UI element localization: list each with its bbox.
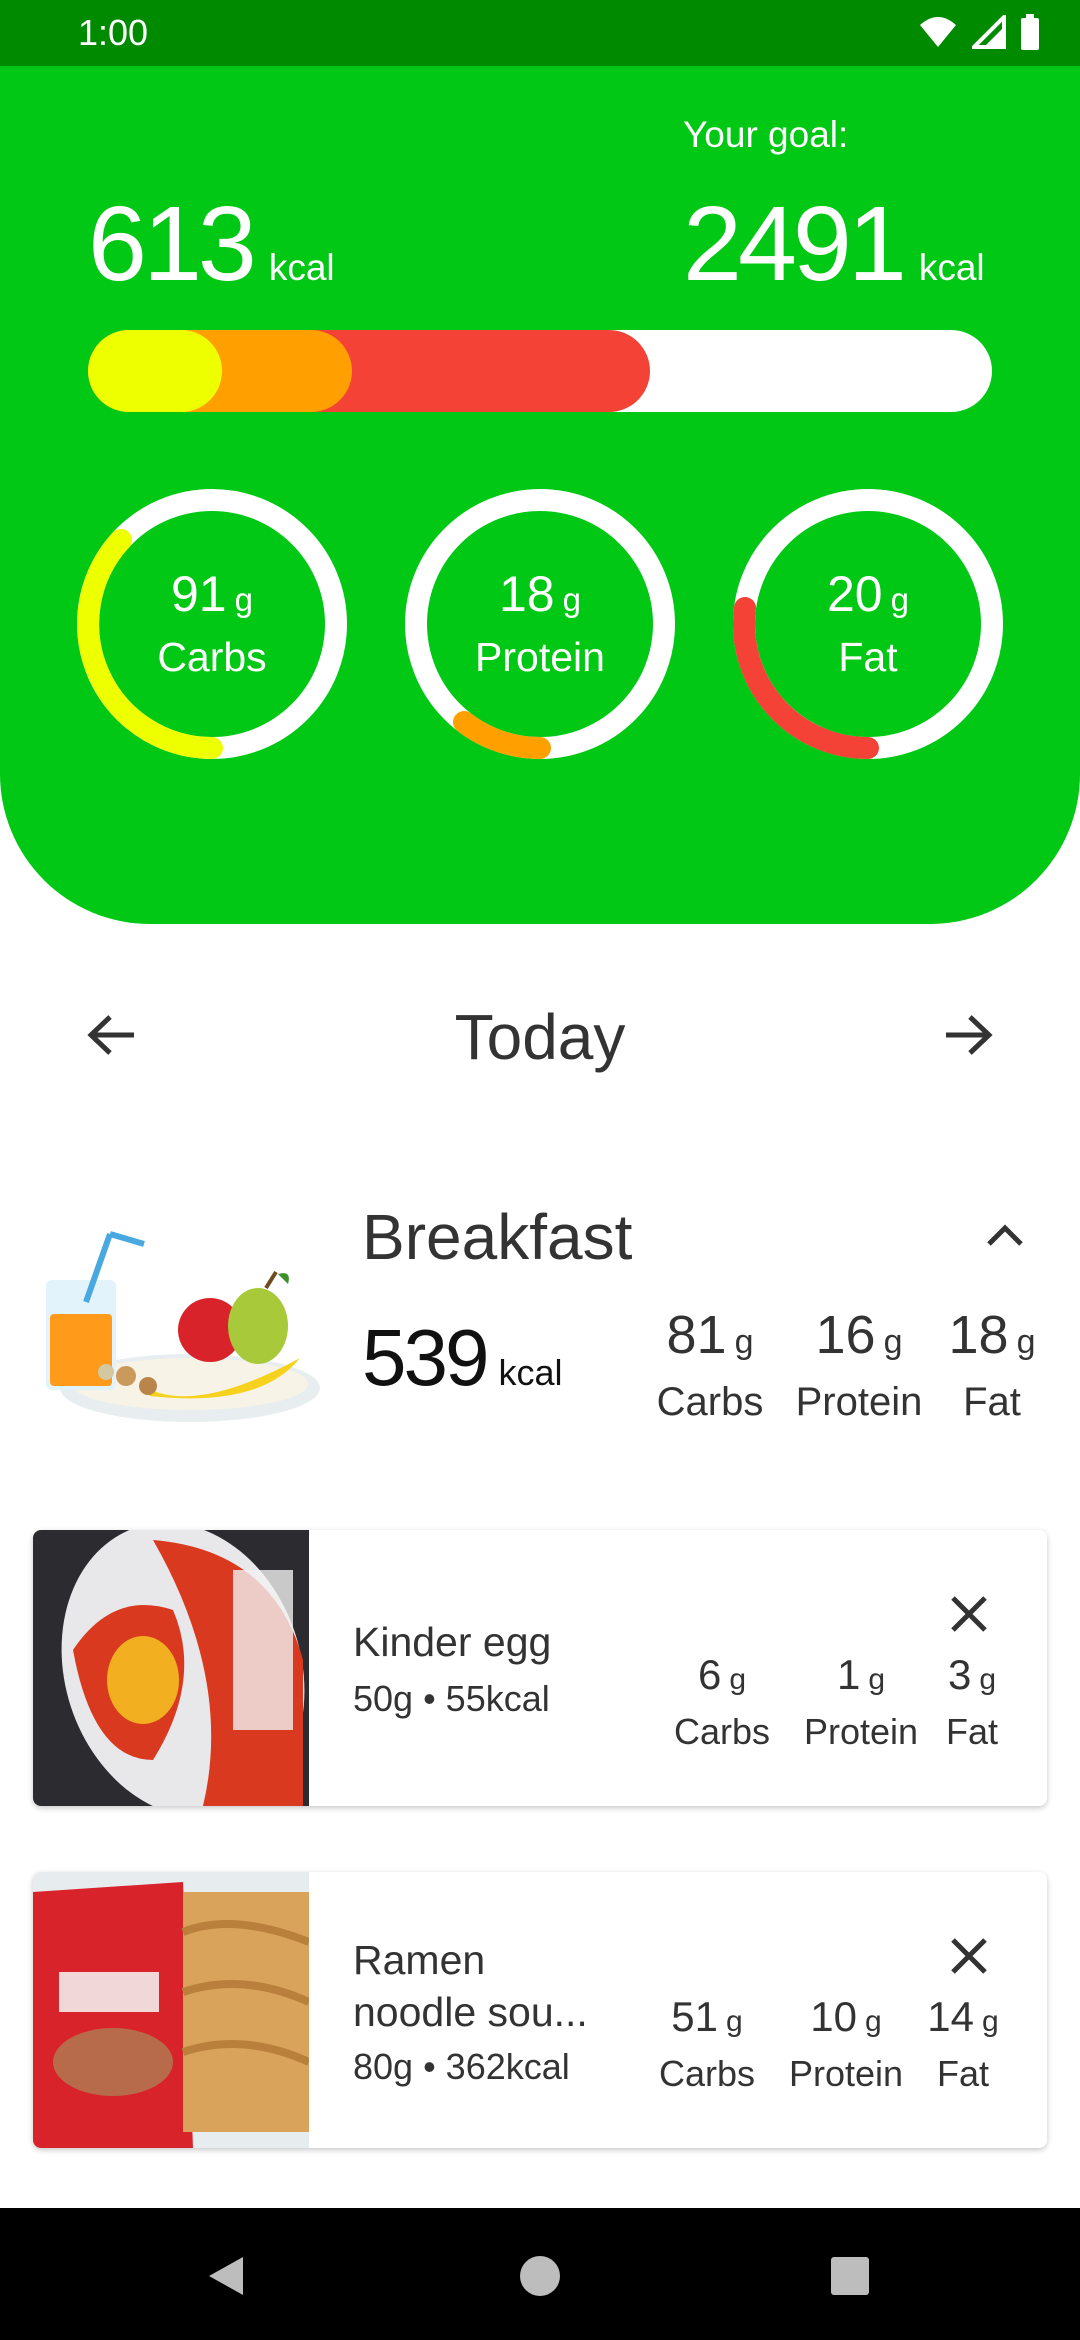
date-navigation: Today — [0, 980, 1080, 1090]
date-title: Today — [454, 1001, 626, 1073]
food-protein-unit: g — [865, 2005, 882, 2038]
status-time: 1:00 — [78, 12, 149, 53]
food-card[interactable]: Kinder egg 50g • 55kcal 6g Carbs 1g Prot… — [33, 1530, 1047, 1806]
consumed-value: 613 — [88, 185, 257, 303]
food-carbs-unit: g — [729, 1663, 747, 1696]
protein-value: 18 — [499, 566, 555, 622]
recents-icon[interactable] — [822, 2248, 878, 2304]
breakfast-illustration — [40, 1218, 320, 1438]
calorie-summary-panel: 613 kcal Your goal: 2491 kcal 91 g Carbs 18… — [0, 66, 1080, 924]
meal-protein-value: 16 — [815, 1305, 876, 1365]
meal-carbs-value: 81 — [666, 1305, 727, 1365]
food-carbs-unit: g — [726, 2005, 743, 2038]
food-protein-label: Protein — [803, 1711, 919, 1752]
carbs-label: Carbs — [157, 634, 267, 680]
food-fat-label: Fat — [945, 1711, 998, 1752]
meal-protein-label: Protein — [795, 1380, 923, 1424]
meal-kcal-unit: kcal — [498, 1352, 563, 1393]
meal-protein: 16 g Protein — [784, 1302, 934, 1429]
carbs-ring: 91 g Carbs — [76, 488, 348, 760]
food-protein-value: 1 — [836, 1651, 861, 1698]
fat-label: Fat — [838, 634, 898, 680]
system-navigation-bar — [0, 2208, 1080, 2340]
food-fat-value: 3 — [947, 1651, 972, 1698]
food-card[interactable]: Ramen noodle sou... 80g • 362kcal 51 g Ca… — [33, 1872, 1047, 2148]
battery-icon — [1020, 13, 1040, 55]
goal-value: 2491 — [683, 185, 907, 303]
food-thumbnail — [33, 1530, 309, 1806]
progress-carbs-segment — [88, 330, 222, 412]
goal-unit: kcal — [918, 247, 985, 288]
food-carbs-value: 6 — [697, 1651, 722, 1698]
food-fat-label: Fat — [936, 2053, 989, 2094]
protein-label: Protein — [475, 634, 605, 680]
status-icons — [918, 11, 1040, 55]
food-protein-value: 10 — [810, 1993, 858, 2040]
food-fat-unit: g — [982, 2005, 999, 2038]
food-name: Ramen — [353, 1937, 486, 1983]
chevron-up-icon[interactable] — [970, 1200, 1040, 1270]
protein-unit: g — [562, 581, 581, 618]
status-bar: 1:00 — [0, 0, 1080, 66]
carbs-unit: g — [234, 581, 253, 618]
fat-unit: g — [890, 581, 909, 618]
food-protein: 10 g Protein — [781, 1990, 911, 2099]
food-fat-value: 14 — [927, 1993, 975, 2040]
fat-value: 20 — [827, 566, 883, 622]
carbs-value: 91 — [171, 566, 227, 622]
meal-fat-value: 18 — [948, 1305, 1009, 1365]
food-protein: 1g Protein — [796, 1648, 926, 1757]
food-meta: 50g • 55kcal — [353, 1678, 550, 1719]
meal-fat-label: Fat — [963, 1380, 1021, 1424]
food-carbs: 51 g Carbs — [652, 1990, 762, 2099]
wifi-icon — [918, 15, 958, 54]
arrow-right-icon[interactable] — [934, 1000, 1004, 1070]
food-thumbnail — [33, 1872, 311, 2148]
food-protein-unit: g — [868, 1663, 886, 1696]
food-fat: 14 g Fat — [923, 1990, 1003, 2099]
food-fat-unit: g — [979, 1663, 997, 1696]
food-protein-label: Protein — [788, 2053, 904, 2094]
food-carbs: 6g Carbs — [667, 1648, 777, 1757]
meal-title: Breakfast — [362, 1201, 633, 1273]
goal-label: Your goal: — [683, 114, 849, 155]
food-meta: 80g • 362kcal — [353, 2046, 570, 2087]
calorie-progress-bar — [88, 330, 992, 412]
close-icon[interactable] — [937, 1924, 1001, 1988]
meal-carbs: 81 g Carbs — [650, 1302, 770, 1429]
protein-ring: 18 g Protein — [404, 488, 676, 760]
food-carbs-label: Carbs — [658, 2053, 756, 2094]
food-name: Kinder egg — [353, 1619, 552, 1665]
signal-icon — [969, 11, 1006, 54]
food-carbs-label: Carbs — [673, 1711, 771, 1752]
food-name-line2: noodle sou... — [353, 1989, 588, 2035]
food-fat: 3g Fat — [937, 1648, 1007, 1757]
meal-fat: 18 g Fat — [942, 1302, 1042, 1429]
breakfast-section: Breakfast 539 kcal 81 g Carbs 16 g Protein … — [0, 1180, 1080, 1440]
meal-kcal-value: 539 — [362, 1313, 489, 1402]
meal-fat-unit: g — [1016, 1323, 1036, 1361]
consumed-unit: kcal — [268, 247, 335, 288]
meal-calories: 539 kcal — [362, 1312, 563, 1404]
consumed-calories: 613 kcal — [88, 184, 335, 304]
meal-carbs-label: Carbs — [656, 1380, 764, 1424]
meal-carbs-unit: g — [734, 1323, 754, 1361]
goal-calories: 2491 kcal — [683, 184, 985, 304]
back-icon[interactable] — [198, 2248, 254, 2304]
food-carbs-value: 51 — [671, 1993, 719, 2040]
meal-protein-unit: g — [883, 1323, 903, 1361]
home-icon[interactable] — [512, 2248, 568, 2304]
fat-ring: 20 g Fat — [732, 488, 1004, 760]
close-icon[interactable] — [937, 1582, 1001, 1646]
